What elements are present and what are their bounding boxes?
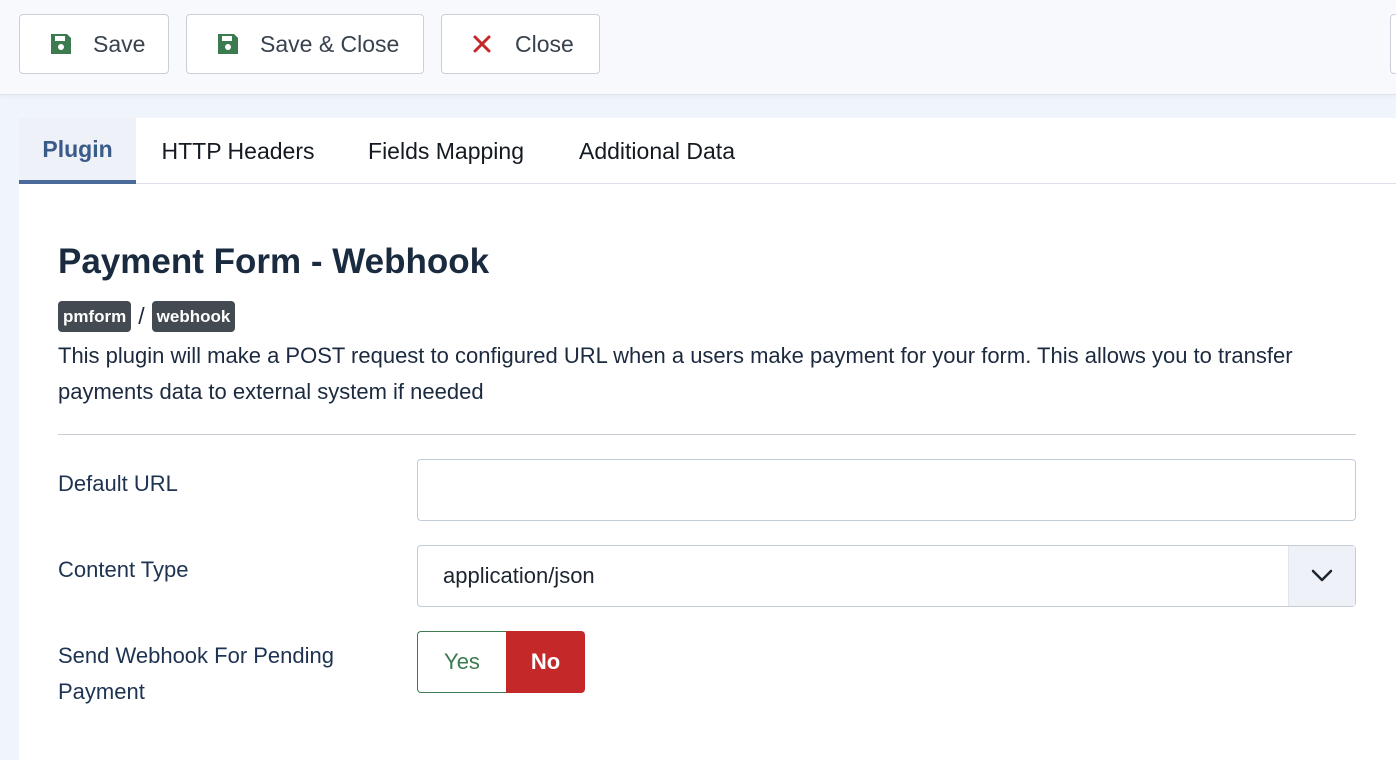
page-title: Payment Form - Webhook bbox=[58, 242, 490, 281]
tab-http-headers-label: HTTP Headers bbox=[161, 137, 315, 164]
close-button-label: Close bbox=[515, 30, 574, 57]
floppy-disk-icon bbox=[49, 32, 73, 56]
save-button-label: Save bbox=[93, 30, 146, 57]
no-label: No bbox=[530, 649, 561, 674]
tab-http-headers[interactable]: HTTP Headers bbox=[136, 118, 340, 184]
content-type-select[interactable]: application/json bbox=[417, 545, 1356, 607]
tab-fields-mapping-label: Fields Mapping bbox=[368, 137, 524, 164]
tab-plugin[interactable]: Plugin bbox=[19, 118, 136, 184]
floppy-disk-icon bbox=[216, 32, 240, 56]
tab-fields-mapping[interactable]: Fields Mapping bbox=[340, 118, 552, 184]
default-url-label: Default URL bbox=[58, 471, 178, 496]
content-type-value: application/json bbox=[443, 563, 595, 588]
send-pending-no-option[interactable]: No bbox=[506, 631, 585, 693]
send-pending-toggle: Yes No bbox=[417, 631, 585, 693]
yes-label: Yes bbox=[444, 649, 480, 674]
default-url-input[interactable] bbox=[417, 459, 1356, 521]
content-type-label: Content Type bbox=[58, 557, 189, 582]
path-separator: / bbox=[138, 302, 145, 329]
plugin-description: This plugin will make a POST request to … bbox=[58, 343, 1293, 404]
send-pending-yes-option[interactable]: Yes bbox=[417, 631, 506, 693]
plugin-path: pmform / webhook bbox=[58, 300, 236, 332]
tab-plugin-label: Plugin bbox=[42, 135, 113, 162]
close-button[interactable]: Close bbox=[441, 14, 600, 74]
save-and-close-button[interactable]: Save & Close bbox=[186, 14, 424, 74]
tab-additional-data[interactable]: Additional Data bbox=[552, 118, 762, 184]
divider bbox=[58, 434, 1356, 435]
plugin-edit-panel: Plugin HTTP Headers Fields Mapping Addit… bbox=[19, 118, 1396, 760]
tab-additional-data-label: Additional Data bbox=[579, 137, 735, 164]
plugin-element-badge: webhook bbox=[151, 300, 236, 332]
save-button[interactable]: Save bbox=[19, 14, 169, 74]
plugin-group-badge: pmform bbox=[58, 300, 132, 332]
toolbar: Save Save & Close Close bbox=[0, 0, 1396, 95]
send-pending-label: Send Webhook For Pending Payment bbox=[58, 643, 334, 704]
save-and-close-button-label: Save & Close bbox=[260, 30, 400, 57]
close-icon bbox=[470, 32, 494, 56]
tab-bar: Plugin HTTP Headers Fields Mapping Addit… bbox=[19, 118, 1396, 184]
toolbar-overflow-button[interactable] bbox=[1390, 14, 1396, 74]
chevron-down-icon bbox=[1288, 546, 1355, 606]
